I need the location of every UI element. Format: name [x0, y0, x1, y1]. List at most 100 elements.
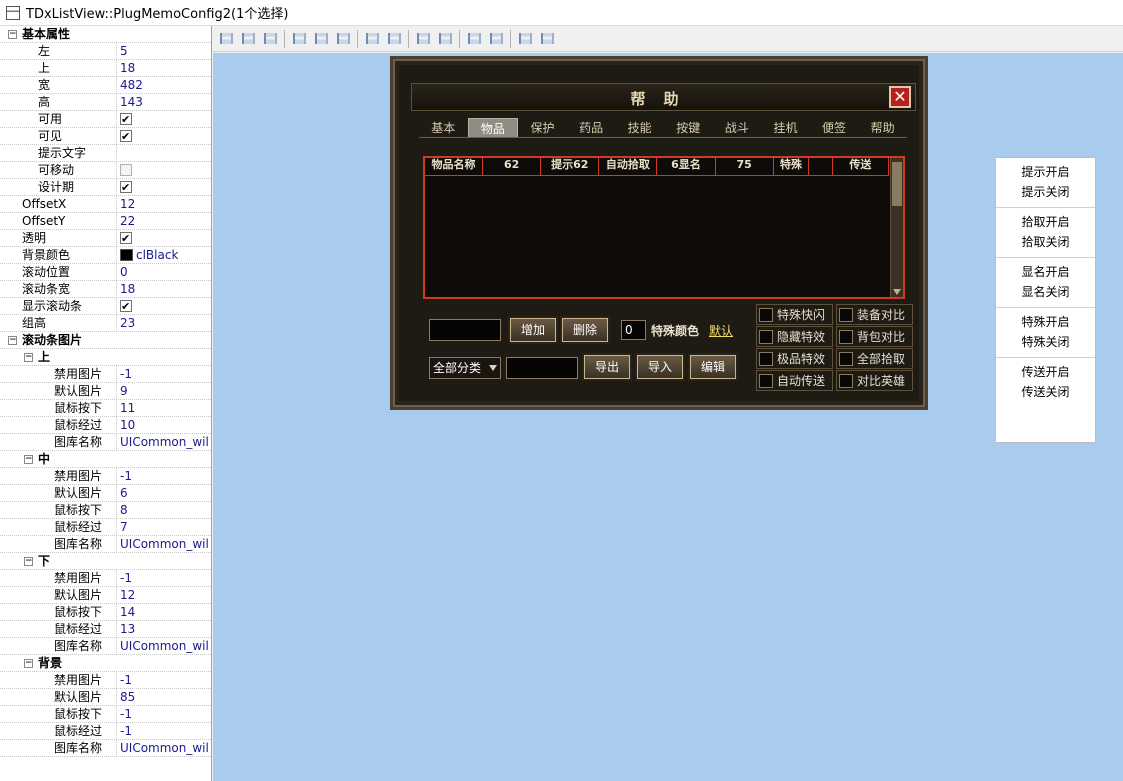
item-name-input[interactable] — [429, 319, 501, 341]
property-value[interactable]: 85 — [117, 689, 211, 706]
checkbox[interactable] — [759, 351, 773, 366]
checkbox[interactable] — [839, 329, 853, 344]
property-value[interactable]: UICommon_wil — [117, 536, 211, 553]
list-scrollbar[interactable] — [890, 158, 903, 297]
same-width-button[interactable] — [363, 30, 381, 48]
default-color-link[interactable]: 默认 — [709, 322, 733, 339]
import-button[interactable]: 导入 — [637, 355, 683, 379]
tab-item[interactable]: 战斗 — [713, 118, 762, 137]
property-row[interactable]: 背景颜色 clBlack — [0, 246, 211, 264]
space-horizontal-button[interactable] — [465, 30, 483, 48]
property-row[interactable]: 默认图片 12 — [0, 586, 211, 604]
column-header[interactable] — [809, 158, 833, 175]
property-value[interactable]: 18 — [117, 281, 211, 298]
property-row[interactable]: 鼠标经过 7 — [0, 518, 211, 536]
collapse-icon[interactable]: − — [24, 454, 33, 464]
property-value[interactable]: 5 — [117, 43, 211, 60]
property-value[interactable]: 18 — [117, 60, 211, 77]
property-row[interactable]: 鼠标经过 10 — [0, 416, 211, 434]
property-row[interactable]: 图库名称 UICommon_wil — [0, 433, 211, 451]
property-value[interactable]: clBlack — [117, 247, 211, 264]
property-row[interactable]: 提示文字 — [0, 144, 211, 162]
option-checkbox[interactable]: 背包对比 — [836, 326, 913, 347]
property-row[interactable]: 鼠标按下 8 — [0, 501, 211, 519]
subgroup-top[interactable]: − 上 — [0, 349, 211, 366]
bring-front-button[interactable] — [516, 30, 534, 48]
property-value[interactable]: 0 — [117, 264, 211, 281]
property-value[interactable]: 482 — [117, 77, 211, 94]
property-checkbox[interactable] — [117, 298, 211, 315]
property-value[interactable]: -1 — [117, 468, 211, 485]
property-value[interactable]: UICommon_wil — [117, 638, 211, 655]
checkbox[interactable] — [839, 351, 853, 366]
property-value[interactable]: 12 — [117, 196, 211, 213]
checkbox[interactable] — [839, 373, 853, 388]
checkbox[interactable] — [120, 230, 132, 247]
property-row[interactable]: OffsetX 12 — [0, 195, 211, 213]
add-button[interactable]: 增加 — [510, 318, 556, 342]
checkbox[interactable] — [120, 179, 132, 196]
checkbox[interactable] — [839, 307, 853, 322]
tab-item[interactable]: 挂机 — [761, 118, 810, 137]
checkbox[interactable] — [120, 298, 132, 315]
tab-item[interactable]: 按键 — [664, 118, 713, 137]
property-row[interactable]: 上 18 — [0, 59, 211, 77]
property-row[interactable]: 禁用图片 -1 — [0, 365, 211, 383]
property-value[interactable]: 7 — [117, 519, 211, 536]
space-vertical-button[interactable] — [487, 30, 505, 48]
menu-item[interactable]: 显名关闭 — [996, 282, 1095, 302]
property-value[interactable]: -1 — [117, 723, 211, 740]
scrollbar-thumb[interactable] — [892, 162, 902, 206]
property-value[interactable]: 13 — [117, 621, 211, 638]
menu-item[interactable]: 拾取关闭 — [996, 232, 1095, 252]
property-row[interactable]: 可用 — [0, 110, 211, 128]
tab-item[interactable]: 便签 — [810, 118, 859, 137]
menu-item[interactable]: 提示关闭 — [996, 182, 1095, 202]
property-value[interactable]: 11 — [117, 400, 211, 417]
subgroup-bottom[interactable]: − 下 — [0, 553, 211, 570]
checkbox[interactable] — [120, 111, 132, 128]
tab-item[interactable]: 保护 — [518, 118, 567, 137]
property-row[interactable]: 可移动 — [0, 161, 211, 179]
menu-item[interactable]: 传送关闭 — [996, 382, 1095, 402]
same-height-button[interactable] — [385, 30, 403, 48]
property-value[interactable]: 6 — [117, 485, 211, 502]
property-row[interactable]: 默认图片 85 — [0, 688, 211, 706]
property-value[interactable]: -1 — [117, 706, 211, 723]
subgroup-middle[interactable]: − 中 — [0, 451, 211, 468]
property-row[interactable]: 鼠标经过 -1 — [0, 722, 211, 740]
property-value[interactable]: 12 — [117, 587, 211, 604]
group-scrollbar-images[interactable]: − 滚动条图片 — [0, 332, 211, 349]
property-checkbox[interactable] — [117, 162, 211, 179]
tab-item[interactable]: 基本 — [419, 118, 468, 137]
export-button[interactable]: 导出 — [584, 355, 630, 379]
checkbox[interactable] — [759, 373, 773, 388]
menu-item[interactable]: 显名开启 — [996, 262, 1095, 282]
align-right-button[interactable] — [261, 30, 279, 48]
property-value[interactable]: UICommon_wil — [117, 434, 211, 451]
align-top-button[interactable] — [290, 30, 308, 48]
column-header[interactable]: 提示62 — [541, 158, 600, 175]
property-checkbox[interactable] — [117, 230, 211, 247]
property-row[interactable]: OffsetY 22 — [0, 212, 211, 230]
property-row[interactable]: 禁用图片 -1 — [0, 467, 211, 485]
property-value[interactable]: -1 — [117, 366, 211, 383]
align-left-button[interactable] — [217, 30, 235, 48]
property-value[interactable]: 22 — [117, 213, 211, 230]
option-checkbox[interactable]: 装备对比 — [836, 304, 913, 325]
collapse-icon[interactable]: − — [8, 335, 17, 345]
column-header[interactable]: 62 — [483, 158, 542, 175]
menu-item[interactable]: 传送开启 — [996, 362, 1095, 382]
tab-item[interactable]: 物品 — [467, 118, 519, 137]
checkbox[interactable] — [120, 164, 132, 176]
color-value-input[interactable]: 0 — [621, 320, 646, 340]
property-row[interactable]: 禁用图片 -1 — [0, 569, 211, 587]
menu-item[interactable]: 提示开启 — [996, 162, 1095, 182]
option-checkbox[interactable]: 特殊快闪 — [756, 304, 833, 325]
property-row[interactable]: 图库名称 UICommon_wil — [0, 637, 211, 655]
property-row[interactable]: 鼠标按下 -1 — [0, 705, 211, 723]
group-basic[interactable]: − 基本属性 — [0, 26, 211, 43]
property-row[interactable]: 默认图片 9 — [0, 382, 211, 400]
column-header[interactable]: 传送 — [833, 158, 889, 175]
property-row[interactable]: 左5 — [0, 42, 211, 60]
